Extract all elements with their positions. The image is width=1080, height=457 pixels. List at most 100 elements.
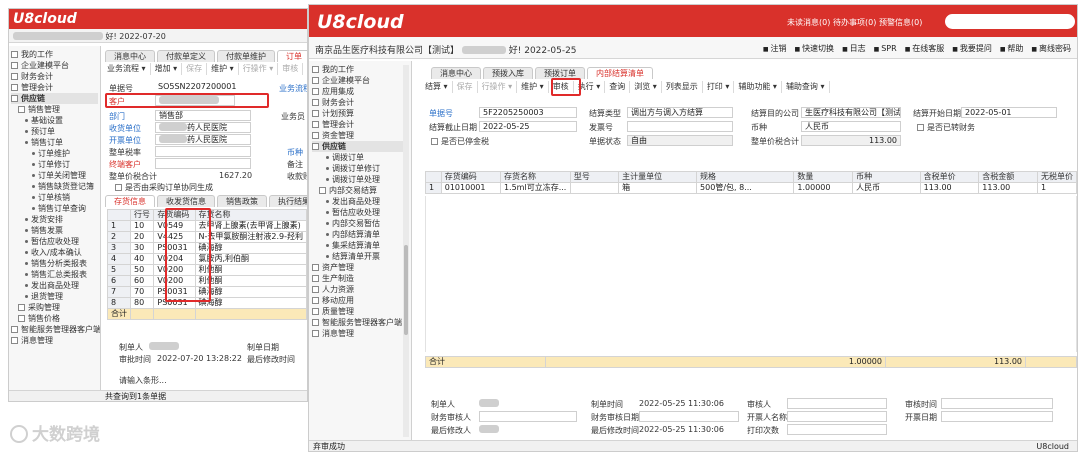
column-header[interactable]: 存货名称: [194, 209, 307, 221]
column-header[interactable]: 型号: [569, 171, 620, 183]
table-cell[interactable]: 碘海醇: [194, 242, 307, 254]
table-cell[interactable]: 60: [129, 275, 155, 287]
sidebar-item[interactable]: 销售汇总类报表: [11, 269, 98, 280]
target-field[interactable]: 生医疗科技有限公司【测试】: [801, 107, 901, 118]
header-search-input[interactable]: [945, 14, 1075, 29]
column-header[interactable]: 含税单价: [919, 171, 980, 183]
invoice-no-field[interactable]: [627, 121, 733, 132]
sidebar-item[interactable]: 供应链: [11, 93, 98, 104]
sidebar-item[interactable]: 发货安排: [11, 214, 98, 225]
tab-item[interactable]: 付款单维护: [217, 50, 275, 62]
receiver-field[interactable]: 药人民医院: [155, 122, 251, 133]
toolbar-button[interactable]: 浏览 ▾: [630, 81, 662, 93]
sidebar-item[interactable]: 收入/成本确认: [11, 247, 98, 258]
table-cell[interactable]: 113.00: [919, 182, 980, 194]
sidebar-item[interactable]: 销售缺货登记簿: [11, 181, 98, 192]
header-link[interactable]: ■ 我要提问: [952, 44, 992, 53]
sidebar-item[interactable]: 调拨订单处理: [312, 174, 408, 185]
table-cell[interactable]: 70: [129, 286, 155, 298]
header-link[interactable]: ■ 离线密码: [1031, 44, 1071, 53]
toolbar-button[interactable]: 保存: [182, 63, 208, 75]
doc-no-field[interactable]: 5F2205250003: [479, 107, 577, 118]
dept-field[interactable]: 销售部: [155, 110, 251, 121]
table-cell[interactable]: 10: [129, 220, 155, 232]
column-header[interactable]: 行号: [129, 209, 155, 221]
sidebar-item[interactable]: 资金管理: [312, 130, 408, 141]
sidebar-item[interactable]: 发出商品处理: [11, 280, 98, 291]
table-cell[interactable]: 50: [129, 264, 155, 276]
sidebar-item[interactable]: 财务会计: [11, 71, 98, 82]
column-header[interactable]: [425, 171, 442, 183]
toolbar-button[interactable]: 维护 ▾: [517, 81, 549, 93]
table-cell[interactable]: 碘海醇: [194, 286, 307, 298]
finance-checkbox[interactable]: 是否已转财务: [917, 122, 975, 133]
sidebar-item[interactable]: 资产管理: [312, 262, 408, 273]
sidebar-item[interactable]: 供应链: [312, 141, 408, 152]
column-header[interactable]: 规格: [696, 171, 795, 183]
header-link[interactable]: ■ 帮助: [1000, 44, 1024, 53]
sidebar-item[interactable]: 计划预算: [312, 108, 408, 119]
sidebar-item[interactable]: 销售订单: [11, 137, 98, 148]
more-link[interactable]: 请输入条形...: [119, 375, 167, 386]
toolbar-button[interactable]: 审核: [278, 63, 304, 75]
alert-link[interactable]: 预警信息(0): [879, 17, 922, 28]
sidebar-item[interactable]: 我的工作: [312, 64, 408, 75]
sidebar-item[interactable]: 基础设置: [11, 115, 98, 126]
tab-item[interactable]: 销售政策: [217, 195, 267, 207]
table-cell[interactable]: 1.00000: [793, 182, 854, 194]
sidebar-item[interactable]: 销售订单查询: [11, 203, 98, 214]
sidebar-item[interactable]: 订单维护: [11, 148, 98, 159]
sidebar-item[interactable]: 采购管理: [11, 302, 98, 313]
tab-item[interactable]: 执行结果: [269, 195, 307, 207]
toolbar-button[interactable]: 增加 ▾: [151, 63, 183, 75]
toolbar-button[interactable]: 维护 ▾: [207, 63, 239, 75]
sidebar-item[interactable]: 订单核销: [11, 192, 98, 203]
sidebar-item[interactable]: 质量管理: [312, 306, 408, 317]
table-row[interactable]: 1 01010001 1.5ml可立冻存... 箱 500管/包, 8... 1.0000…: [425, 182, 1077, 194]
sidebar-item[interactable]: 预订单: [11, 126, 98, 137]
table-cell[interactable]: 1: [107, 220, 131, 232]
table-cell[interactable]: 3: [107, 242, 131, 254]
sidebar-item[interactable]: 退货管理: [11, 291, 98, 302]
currency-field[interactable]: 人民币: [801, 121, 901, 132]
unread-link[interactable]: 未读消息(0): [787, 17, 830, 28]
sidebar-item[interactable]: 暂估应收处理: [11, 236, 98, 247]
sidebar-item[interactable]: 销售分析类报表: [11, 258, 98, 269]
table-cell[interactable]: 4: [107, 253, 131, 265]
tab-item[interactable]: 付款单定义: [157, 50, 215, 62]
end-date-field[interactable]: 2022-05-25: [479, 121, 577, 132]
sidebar-item[interactable]: 智能服务管理器客户端: [11, 324, 100, 335]
table-cell[interactable]: 1: [425, 182, 442, 194]
toolbar-button[interactable]: 行操作 ▾: [478, 81, 518, 93]
sidebar-item[interactable]: 智能服务管理器客户端: [312, 317, 408, 328]
toolbar-button[interactable]: 业务流程 ▾: [103, 63, 151, 75]
coop-checkbox[interactable]: 是否由采购订单协同生成: [115, 182, 213, 193]
tab-item[interactable]: 收发货信息: [157, 195, 215, 207]
toolbar-button[interactable]: 辅助查询 ▾: [782, 81, 830, 93]
header-link[interactable]: ■ 在线客服: [905, 44, 945, 53]
table-cell[interactable]: 氯胺丙,利伯酮: [194, 253, 307, 265]
header-link[interactable]: ■ SPR: [874, 44, 897, 53]
sidebar-item[interactable]: 内部交易结算: [312, 185, 408, 196]
stop-checkbox[interactable]: 是否已停金税: [431, 136, 489, 147]
tab-item[interactable]: 存货信息: [105, 195, 155, 207]
toolbar-button[interactable]: 行操作 ▾: [239, 63, 279, 75]
sidebar-item[interactable]: 内部结算清单: [312, 229, 408, 240]
toolbar-button[interactable]: 保存: [453, 81, 478, 93]
sidebar-item[interactable]: 移动应用: [312, 295, 408, 306]
sidebar-item[interactable]: 应用集成: [312, 86, 408, 97]
toolbar-button[interactable]: 打印 ▾: [703, 81, 735, 93]
table-cell[interactable]: 01010001: [440, 182, 501, 194]
column-header[interactable]: 主计量单位: [618, 171, 698, 183]
sidebar-item[interactable]: 销售管理: [11, 104, 98, 115]
tab-item[interactable]: 订单: [277, 50, 307, 62]
todo-link[interactable]: 待办事项(0): [833, 17, 876, 28]
invoice-field[interactable]: 药人民医院: [155, 134, 251, 145]
sidebar-item[interactable]: 调拨订单修订: [312, 163, 408, 174]
settle-field[interactable]: [155, 158, 251, 169]
toolbar-button[interactable]: 辅助功能 ▾: [734, 81, 782, 93]
table-cell[interactable]: 1.5ml可立冻存...: [499, 182, 571, 194]
sidebar-item[interactable]: 管理会计: [312, 119, 408, 130]
sidebar-item[interactable]: 调拨订单: [312, 152, 408, 163]
sidebar-item[interactable]: 企业建模平台: [312, 75, 408, 86]
